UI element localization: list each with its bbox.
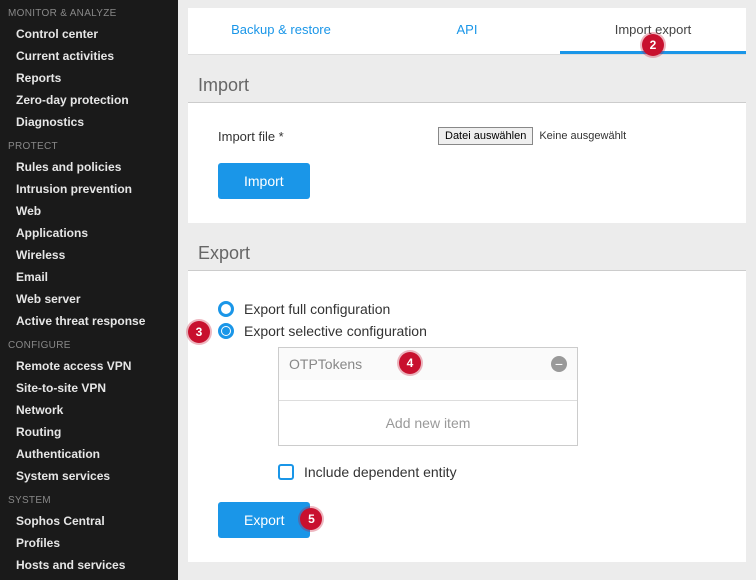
callout-marker-4: 4 (399, 352, 421, 374)
sidebar-item-web-server[interactable]: Web server (0, 288, 178, 310)
remove-item-icon[interactable]: − (551, 356, 567, 372)
sidebar-item-site-vpn[interactable]: Site-to-site VPN (0, 377, 178, 399)
tabs: Backup & restore API Import export 2 (188, 8, 746, 55)
callout-marker-2: 2 (642, 34, 664, 56)
sidebar-item-sophos-central[interactable]: Sophos Central (0, 510, 178, 532)
sidebar-item-reports[interactable]: Reports (0, 67, 178, 89)
group-title: MONITOR & ANALYZE (0, 0, 178, 23)
radio-icon (218, 323, 234, 339)
selective-item[interactable]: OTPTokens 4 − (279, 348, 577, 380)
item-name: OTPTokens (289, 356, 362, 372)
section-title-export: Export (188, 237, 746, 271)
file-status: Keine ausgewählt (539, 130, 626, 142)
sidebar-item-active-threat[interactable]: Active threat response (0, 310, 178, 332)
radio-full-config[interactable]: Export full configuration (218, 301, 716, 317)
export-panel: Export full configuration 3 Export selec… (188, 271, 746, 562)
checkbox-icon[interactable] (278, 464, 294, 480)
checkbox-label: Include dependent entity (304, 464, 457, 480)
tab-api[interactable]: API (374, 8, 560, 54)
sidebar-item-diagnostics[interactable]: Diagnostics (0, 111, 178, 133)
sidebar-item-administration[interactable]: Administration (0, 576, 178, 580)
sidebar-item-profiles[interactable]: Profiles (0, 532, 178, 554)
export-button[interactable]: Export (218, 502, 310, 538)
group-title: PROTECT (0, 133, 178, 156)
sidebar-item-zero-day[interactable]: Zero-day protection (0, 89, 178, 111)
radio-selective-config[interactable]: 3 Export selective configuration (218, 323, 716, 339)
sidebar-item-remote-vpn[interactable]: Remote access VPN (0, 355, 178, 377)
choose-file-button[interactable]: Datei auswählen (438, 127, 533, 145)
sidebar-item-hosts-services[interactable]: Hosts and services (0, 554, 178, 576)
sidebar-item-applications[interactable]: Applications (0, 222, 178, 244)
side-group-system: SYSTEM Sophos Central Profiles Hosts and… (0, 487, 178, 580)
sidebar-item-authentication[interactable]: Authentication (0, 443, 178, 465)
sidebar-item-web[interactable]: Web (0, 200, 178, 222)
tab-backup-restore[interactable]: Backup & restore (188, 8, 374, 54)
sidebar-item-rules-policies[interactable]: Rules and policies (0, 156, 178, 178)
import-section: Import Import file * Datei auswählen Kei… (188, 69, 746, 223)
sidebar-item-intrusion[interactable]: Intrusion prevention (0, 178, 178, 200)
export-section: Export Export full configuration 3 Expor… (188, 237, 746, 562)
sidebar: MONITOR & ANALYZE Control center Current… (0, 0, 178, 580)
tab-import-export[interactable]: Import export 2 (560, 8, 746, 54)
section-title-import: Import (188, 69, 746, 103)
import-file-row: Import file * Datei auswählen Keine ausg… (218, 127, 716, 145)
include-dependent-row[interactable]: Include dependent entity (278, 464, 716, 480)
sidebar-item-network[interactable]: Network (0, 399, 178, 421)
sidebar-item-system-services[interactable]: System services (0, 465, 178, 487)
main-content: Backup & restore API Import export 2 Imp… (178, 0, 756, 580)
spacer (279, 380, 577, 400)
callout-marker-5: 5 (300, 508, 322, 530)
radio-icon (218, 301, 234, 317)
add-new-item[interactable]: Add new item (279, 400, 577, 445)
side-group-monitor: MONITOR & ANALYZE Control center Current… (0, 0, 178, 133)
sidebar-item-control-center[interactable]: Control center (0, 23, 178, 45)
sidebar-item-routing[interactable]: Routing (0, 421, 178, 443)
sidebar-item-email[interactable]: Email (0, 266, 178, 288)
sidebar-item-wireless[interactable]: Wireless (0, 244, 178, 266)
sidebar-item-current-activities[interactable]: Current activities (0, 45, 178, 67)
radio-label: Export full configuration (244, 301, 390, 317)
side-group-configure: CONFIGURE Remote access VPN Site-to-site… (0, 332, 178, 487)
radio-label: Export selective configuration (244, 323, 427, 339)
import-button[interactable]: Import (218, 163, 310, 199)
import-panel: Import file * Datei auswählen Keine ausg… (188, 103, 746, 223)
selective-items-box: OTPTokens 4 − Add new item (278, 347, 578, 446)
group-title: SYSTEM (0, 487, 178, 510)
import-file-label: Import file * (218, 129, 438, 144)
callout-marker-3: 3 (188, 321, 210, 343)
side-group-protect: PROTECT Rules and policies Intrusion pre… (0, 133, 178, 332)
group-title: CONFIGURE (0, 332, 178, 355)
